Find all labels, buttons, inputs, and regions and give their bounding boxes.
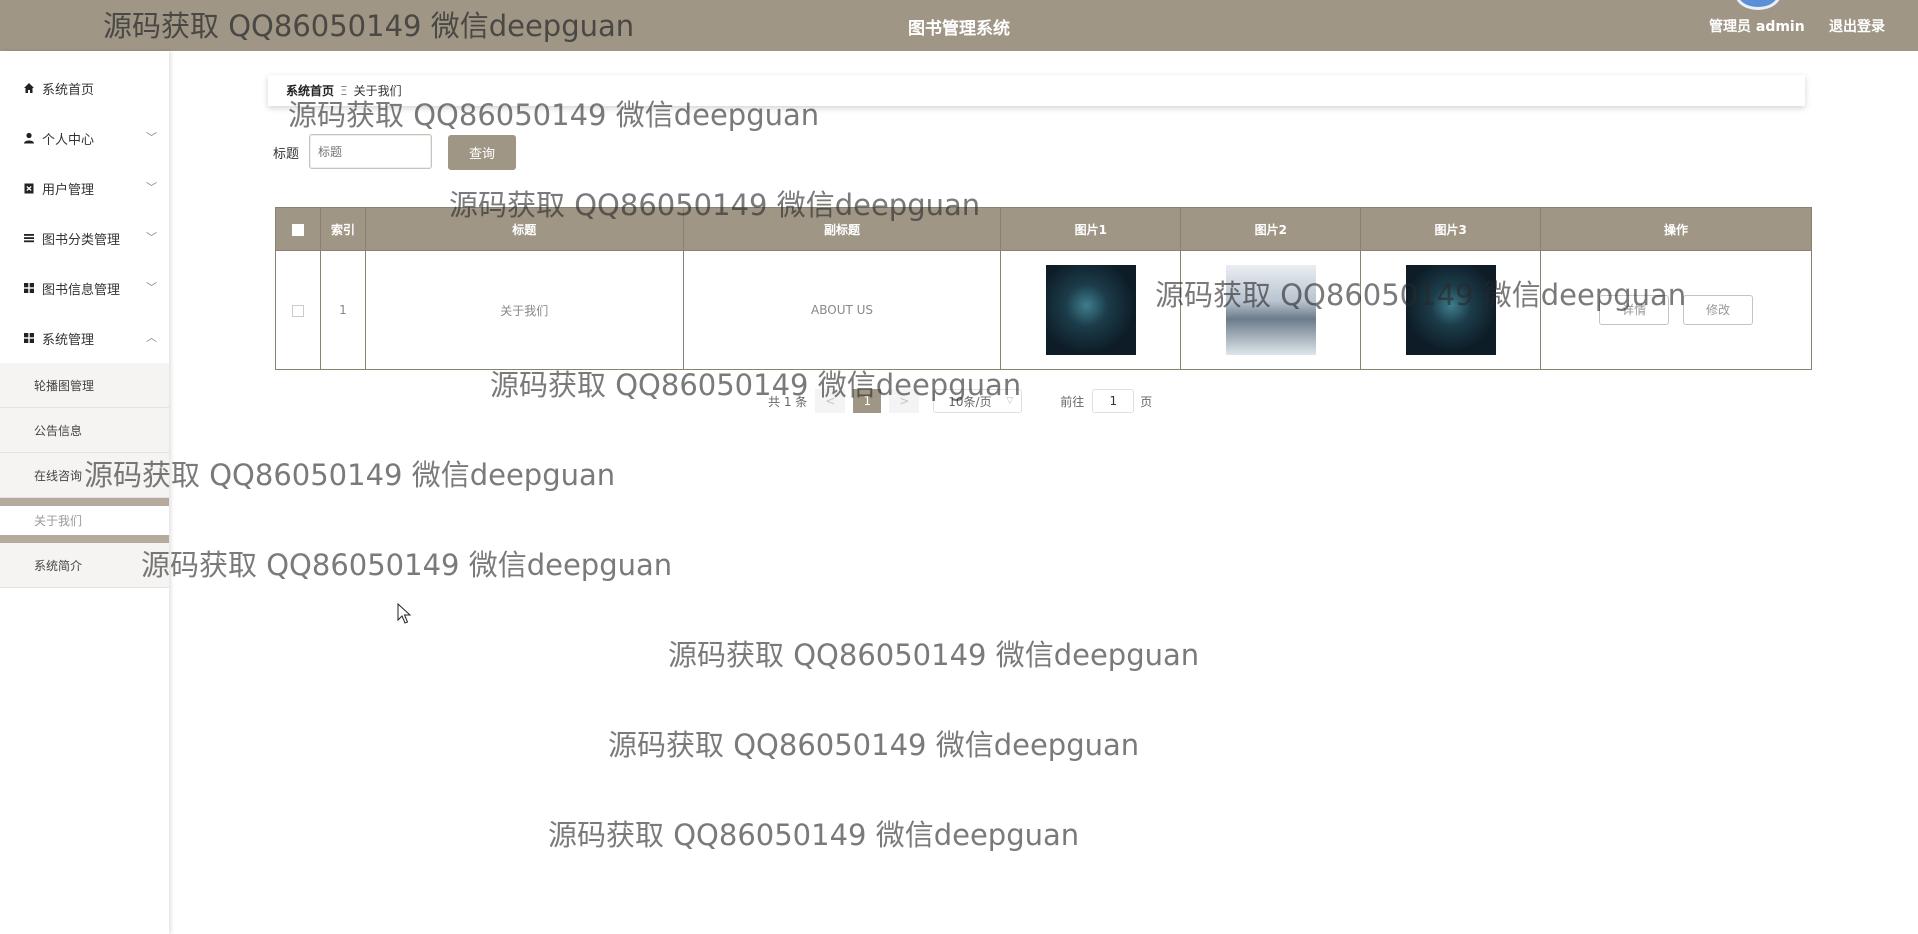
search-button[interactable]: 查询 xyxy=(448,135,516,170)
title-search-input[interactable] xyxy=(309,134,432,169)
admin-label: 管理员 admin xyxy=(1709,19,1805,35)
image1-cell xyxy=(1000,250,1182,370)
list-icon xyxy=(22,231,36,245)
sidebar-item-label: 图书分类管理 xyxy=(42,232,121,248)
column-header: 图片2 xyxy=(1180,207,1362,251)
mouse-cursor-icon xyxy=(397,603,411,624)
page-size-value: 10条/页 xyxy=(948,394,992,409)
column-header: 副标题 xyxy=(682,207,1002,251)
subtitle-cell: ABOUT US xyxy=(682,250,1002,370)
actions-cell: 详情 修改 xyxy=(1540,250,1812,370)
sidebar-item-label: 系统首页 xyxy=(42,82,95,98)
column-header: 操作 xyxy=(1540,207,1812,251)
column-header: 图片3 xyxy=(1360,207,1542,251)
chevron-up-icon: ︿ xyxy=(146,331,157,344)
column-header: 标题 xyxy=(364,207,684,251)
grid-icon xyxy=(22,331,36,345)
avatar[interactable] xyxy=(1735,0,1781,10)
detail-button[interactable]: 详情 xyxy=(1599,295,1670,325)
sidebar-item-profile[interactable]: 个人中心 ﹀ xyxy=(0,113,169,163)
edit-button[interactable]: 修改 xyxy=(1682,295,1753,325)
chevron-down-icon: ﹀ xyxy=(146,231,157,244)
table-header-row: 索引 标题 副标题 图片1 图片2 图片3 操作 xyxy=(275,207,1812,251)
goto-page-input[interactable] xyxy=(1092,389,1135,413)
prev-page-button[interactable]: < xyxy=(815,389,846,413)
sidebar-subitem-notice[interactable]: 公告信息 xyxy=(0,408,169,453)
page-number-button[interactable]: 1 xyxy=(853,389,882,413)
sidebar-subitem-intro[interactable]: 系统简介 xyxy=(0,543,169,588)
chevron-down-icon: ﹀ xyxy=(146,281,157,294)
index-cell: 1 xyxy=(319,250,366,370)
chevron-down-icon: ▽ xyxy=(1006,396,1014,406)
home-icon xyxy=(22,81,36,95)
image1-thumbnail xyxy=(1045,265,1136,355)
breadcrumb-home[interactable]: 系统首页 xyxy=(286,82,334,99)
select-all-checkbox[interactable] xyxy=(291,223,304,236)
sidebar-item-label: 系统管理 xyxy=(42,332,95,348)
column-header: 图片1 xyxy=(1000,207,1182,251)
sidebar: 系统首页 个人中心 ﹀ 用户管理 ﹀ 图书分类管理 ﹀ 图书信息管理 ﹀ 系统管… xyxy=(0,51,169,934)
app-title: 图书管理系统 xyxy=(908,19,1010,39)
breadcrumb: 系统首页 Ξ 关于我们 xyxy=(268,75,1805,106)
sidebar-item-system[interactable]: 系统管理 ︿ xyxy=(0,313,169,363)
watermark: 源码获取 QQ86050149 微信deepguan xyxy=(608,728,1140,762)
title-cell: 关于我们 xyxy=(364,250,684,370)
watermark: 源码获取 QQ86050149 微信deepguan xyxy=(141,548,673,582)
sidebar-item-home[interactable]: 系统首页 xyxy=(0,63,169,113)
image2-cell xyxy=(1180,250,1362,370)
sidebar-item-book-info[interactable]: 图书信息管理 ﹀ xyxy=(0,263,169,313)
row-checkbox[interactable] xyxy=(291,304,304,317)
watermark: 源码获取 QQ86050149 微信deepguan xyxy=(668,638,1200,672)
user-manage-icon xyxy=(22,181,36,195)
sidebar-item-book-category[interactable]: 图书分类管理 ﹀ xyxy=(0,213,169,263)
image2-thumbnail xyxy=(1225,265,1316,355)
breadcrumb-current: 关于我们 xyxy=(353,84,402,98)
watermark: 源码获取 QQ86050149 微信deepguan xyxy=(548,818,1080,852)
sidebar-subitem-carousel[interactable]: 轮播图管理 xyxy=(0,363,169,408)
chevron-down-icon: ﹀ xyxy=(146,131,157,144)
sidebar-subitem-consult[interactable]: 在线咨询 xyxy=(0,453,169,498)
pagination: 共 1 条 < 1 > 10条/页 ▽ 前往 页 xyxy=(768,389,1152,413)
row-select-cell xyxy=(275,250,321,370)
chevron-down-icon: ﹀ xyxy=(146,181,157,194)
goto-suffix: 页 xyxy=(1140,394,1153,409)
sidebar-item-label: 用户管理 xyxy=(42,182,95,198)
logout-button[interactable]: 退出登录 xyxy=(1829,16,1885,36)
image3-cell xyxy=(1360,250,1542,370)
breadcrumb-separator: Ξ xyxy=(340,83,348,98)
sidebar-subitem-about[interactable]: 关于我们 xyxy=(0,498,169,543)
pagination-total: 共 1 条 xyxy=(768,394,808,409)
column-header: 索引 xyxy=(319,207,366,251)
sidebar-item-label: 图书信息管理 xyxy=(42,282,121,298)
top-header: 图书管理系统 管理员 admin 退出登录 xyxy=(0,0,1918,51)
image3-thumbnail xyxy=(1405,265,1496,355)
table-row: 1 关于我们 ABOUT US 详情 修改 xyxy=(275,250,1812,370)
goto-label: 前往 xyxy=(1060,394,1085,409)
data-table: 索引 标题 副标题 图片1 图片2 图片3 操作 1 关于我们 ABOUT US… xyxy=(275,207,1812,370)
sidebar-item-users[interactable]: 用户管理 ﹀ xyxy=(0,163,169,213)
page-size-select[interactable]: 10条/页 ▽ xyxy=(933,389,1023,413)
next-page-button[interactable]: > xyxy=(889,389,920,413)
grid-icon xyxy=(22,281,36,295)
user-icon xyxy=(22,131,36,145)
sidebar-item-label: 个人中心 xyxy=(42,132,95,148)
search-label: 标题 xyxy=(273,147,300,162)
select-all-header[interactable] xyxy=(275,207,321,251)
